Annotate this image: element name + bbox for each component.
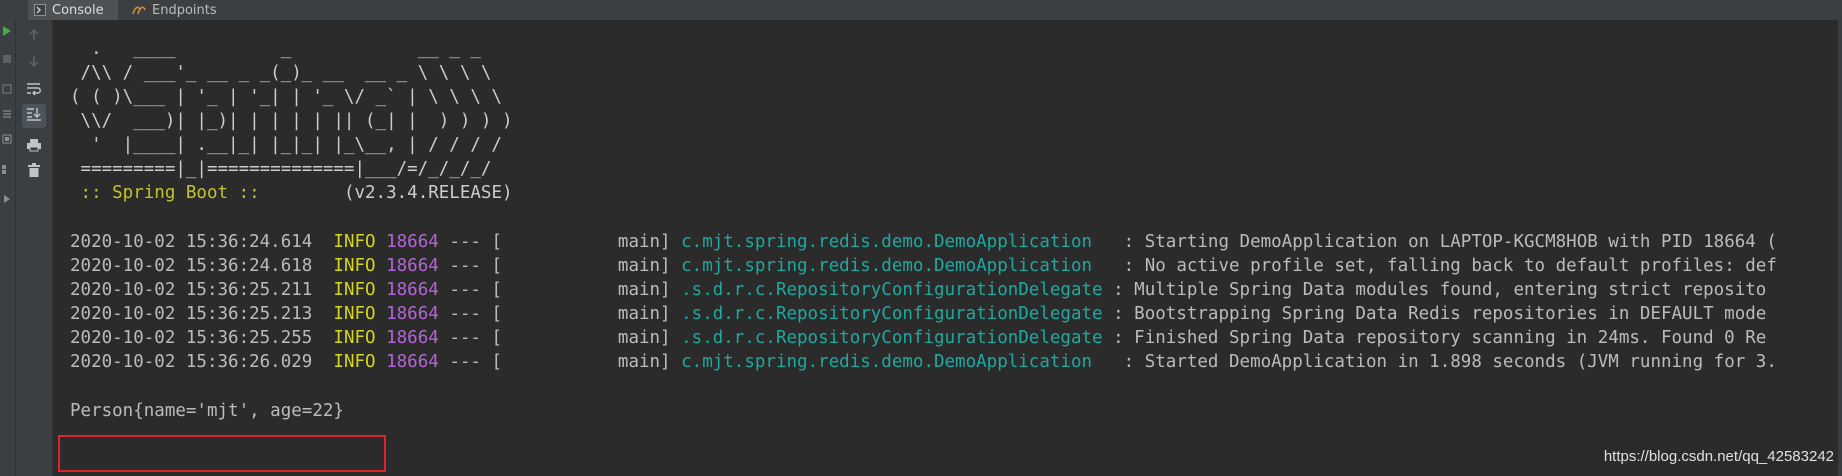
program-output-line: Person{name='mjt', age=22} [70,401,344,421]
spring-boot-version-line: :: Spring Boot :: (v2.3.4.RELEASE) [70,181,513,205]
print-button[interactable] [22,134,46,158]
log-message: : Bootstrapping Spring Data Redis reposi… [1102,304,1767,324]
output-highlight-box [58,435,386,472]
log-line: 2020-10-02 15:36:24.614 INFO 18664 --- [… [70,230,1777,254]
banner-line-5: ' |____| .__|_| |_|_| |_\__, | / / / / [70,135,502,155]
layout-icon[interactable] [1,160,13,174]
console-icon [34,4,46,16]
log-logger[interactable]: .s.d.r.c.RepositoryConfigurationDelegate [681,280,1102,300]
dump-threads-icon[interactable] [1,105,13,118]
vertical-scrollbar[interactable] [1838,20,1842,476]
endpoints-icon [132,4,146,16]
log-pid: 18664 [386,256,439,276]
log-timestamp: 2020-10-02 15:36:24.614 [70,232,313,252]
banner-line-3: ( ( )\___ | '_ | '_| | '_ \/ _` | \ \ \ … [70,87,502,107]
log-logger[interactable]: .s.d.r.c.RepositoryConfigurationDelegate [681,328,1102,348]
tab-endpoints[interactable]: Endpoints [126,0,236,20]
log-thread: --- [ main] [438,352,682,372]
log-pid: 18664 [386,280,439,300]
log-logger[interactable]: c.mjt.spring.redis.demo.DemoApplication [681,232,1113,252]
log-timestamp: 2020-10-02 15:36:24.618 [70,256,313,276]
log-pid: 18664 [386,352,439,372]
log-timestamp: 2020-10-02 15:36:25.211 [70,280,313,300]
log-pid: 18664 [386,232,439,252]
banner-line-4: \\/ ___)| |_)| | | | | || (_| | ) ) ) ) [70,111,513,131]
log-line: 2020-10-02 15:36:25.211 INFO 18664 --- [… [70,278,1766,302]
log-line: 2020-10-02 15:36:26.029 INFO 18664 --- [… [70,350,1777,374]
banner-line-6: =========|_|==============|___/=/_/_/_/ [70,159,492,179]
arrow-up-icon [27,27,41,46]
run-icon[interactable] [1,22,13,36]
soft-wrap-icon [26,81,42,100]
log-thread: --- [ main] [438,232,682,252]
log-line: 2020-10-02 15:36:25.213 INFO 18664 --- [… [70,302,1766,326]
log-thread: --- [ main] [438,256,682,276]
log-level: INFO [333,328,376,348]
run-actions-gutter [0,20,16,476]
log-logger[interactable]: c.mjt.spring.redis.demo.DemoApplication [681,352,1113,372]
clear-all-button[interactable] [22,160,46,184]
log-pid: 18664 [386,304,439,324]
log-logger[interactable]: c.mjt.spring.redis.demo.DemoApplication [681,256,1113,276]
tool-window-tab-bar: Console Endpoints [0,0,1842,21]
log-thread: --- [ main] [438,280,682,300]
log-level: INFO [333,256,376,276]
log-line: 2020-10-02 15:36:24.618 INFO 18664 --- [… [70,254,1777,278]
scroll-down-button[interactable] [22,50,46,74]
scroll-up-button[interactable] [22,24,46,48]
tab-console-label: Console [52,2,104,18]
watermark: https://blog.csdn.net/qq_42583242 [1603,448,1834,465]
spring-boot-label: :: Spring Boot :: [70,183,271,203]
log-message: : Finished Spring Data repository scanni… [1102,328,1767,348]
console-toolbar [16,20,53,476]
log-pid: 18664 [386,328,439,348]
ide-console-window: Console Endpoints . ____ _ __ _ _ /\\ / … [0,0,1842,476]
log-message: : Starting DemoApplication on LAPTOP-KGC… [1113,232,1777,252]
log-logger[interactable]: .s.d.r.c.RepositoryConfigurationDelegate [681,304,1102,324]
tab-console[interactable]: Console [28,0,118,20]
pin-icon[interactable] [1,190,13,203]
restore-layout-icon[interactable] [1,80,13,94]
log-thread: --- [ main] [438,304,682,324]
banner-line-2: /\\ / ___'_ __ _ _(_)_ __ __ _ \ \ \ \ [70,63,492,83]
arrow-down-icon [27,53,41,72]
log-timestamp: 2020-10-02 15:36:25.213 [70,304,313,324]
log-thread: --- [ main] [438,328,682,348]
log-message: : Started DemoApplication in 1.898 secon… [1113,352,1777,372]
log-message: : Multiple Spring Data modules found, en… [1102,280,1767,300]
trash-icon [27,162,41,182]
settings-icon[interactable] [1,130,13,144]
log-message: : No active profile set, falling back to… [1113,256,1777,276]
log-level: INFO [333,304,376,324]
spring-boot-version: (v2.3.4.RELEASE) [270,183,513,203]
log-timestamp: 2020-10-02 15:36:25.255 [70,328,313,348]
scroll-to-end-button[interactable] [22,104,46,128]
log-level: INFO [333,280,376,300]
log-line: 2020-10-02 15:36:25.255 INFO 18664 --- [… [70,326,1766,350]
soft-wrap-button[interactable] [22,78,46,102]
log-level: INFO [333,352,376,372]
stop-icon[interactable] [1,50,13,63]
tab-endpoints-label: Endpoints [152,2,217,18]
scroll-to-end-icon [26,106,42,126]
print-icon [26,137,42,156]
log-level: INFO [333,232,376,252]
banner-line-1: . ____ _ __ _ _ [70,39,481,59]
log-timestamp: 2020-10-02 15:36:26.029 [70,352,313,372]
console-output[interactable]: . ____ _ __ _ _ /\\ / ___'_ __ _ _(_)_ _… [53,20,1842,476]
